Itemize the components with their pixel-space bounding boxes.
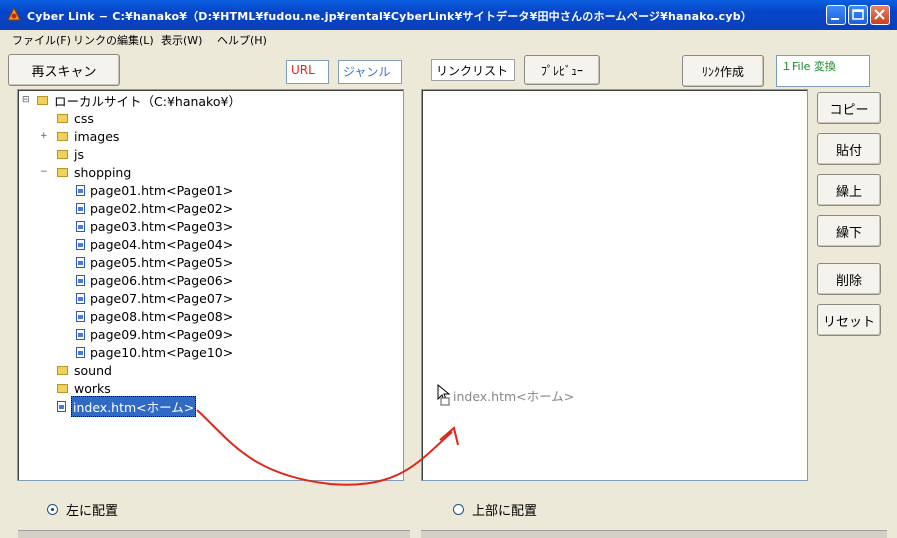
radio-unselected-icon[interactable]: [453, 504, 464, 515]
tree-folder-label: images: [74, 128, 120, 144]
maximize-icon: [852, 9, 864, 20]
rescan-button[interactable]: 再スキャン: [8, 54, 120, 86]
copy-button[interactable]: コピー: [817, 92, 881, 124]
title-bar: Cyber Link − C:¥hanako¥（D:¥HTML¥fudou.ne…: [0, 0, 897, 30]
tree-page-label: page10.htm<Page10>: [90, 344, 234, 360]
menu-bar: ファイル(F) リンクの編集(L) 表示(W) ヘルプ(H): [0, 30, 897, 48]
folder-icon: [57, 365, 68, 375]
tree-page[interactable]: page09.htm<Page09>: [76, 325, 233, 343]
tree-folder-label: works: [74, 380, 111, 396]
tree-folder-images[interactable]: images: [57, 127, 119, 145]
tree-folder-works[interactable]: works: [57, 379, 111, 397]
selected-file-label: index.htm<ホーム>: [71, 395, 197, 417]
tree-page-label: page03.htm<Page03>: [90, 218, 234, 234]
tree-page[interactable]: page04.htm<Page04>: [76, 235, 233, 253]
html-file-icon: [76, 184, 85, 196]
url-tab[interactable]: URL: [286, 60, 329, 84]
html-file-icon: [76, 274, 85, 286]
tree-folder-shopping[interactable]: shopping: [57, 163, 131, 181]
html-file-icon: [76, 292, 85, 304]
radio-left-label: 左に配置: [66, 504, 119, 519]
menu-file[interactable]: ファイル(F): [12, 32, 71, 48]
tree-folder-js[interactable]: js: [57, 145, 84, 163]
menu-view[interactable]: 表示(W): [161, 32, 202, 48]
collapse-root-icon[interactable]: ⊟: [22, 95, 30, 105]
radio-selected-icon[interactable]: [47, 504, 58, 515]
folder-icon: [57, 149, 68, 159]
tree-root-label: ローカルサイト（C:¥hanako¥）: [54, 93, 241, 109]
tree-folder-sound[interactable]: sound: [57, 361, 112, 379]
reset-button[interactable]: リセット: [817, 304, 881, 336]
linklist-panel[interactable]: [421, 89, 808, 481]
folder-open-icon: [37, 95, 48, 105]
tree-page[interactable]: page05.htm<Page05>: [76, 253, 233, 271]
tree-file-index[interactable]: index.htm<ホーム>: [57, 395, 197, 417]
html-file-icon: [76, 238, 85, 250]
tree-folder-label: css: [74, 110, 94, 126]
html-file-icon: [76, 346, 85, 358]
tree-page-label: page08.htm<Page08>: [90, 308, 234, 324]
drag-cursor-icon: [437, 384, 451, 406]
window-title: Cyber Link − C:¥hanako¥（D:¥HTML¥fudou.ne…: [27, 10, 753, 23]
html-file-icon: [76, 256, 85, 268]
tree-folder-label: shopping: [74, 164, 132, 180]
tree-page-label: page07.htm<Page07>: [90, 290, 234, 306]
html-file-icon: [76, 202, 85, 214]
minimize-icon: [831, 18, 839, 20]
tree-page[interactable]: page08.htm<Page08>: [76, 307, 233, 325]
tree-page-label: page04.htm<Page04>: [90, 236, 234, 252]
minimize-button[interactable]: [826, 5, 846, 25]
close-icon: [874, 9, 885, 20]
tree-page[interactable]: page10.htm<Page10>: [76, 343, 233, 361]
tree-page[interactable]: page02.htm<Page02>: [76, 199, 233, 217]
tree-folder-css[interactable]: css: [57, 109, 94, 127]
tree-folder-label: js: [74, 146, 84, 162]
folder-icon: [57, 131, 68, 141]
preview-button[interactable]: ﾌﾟﾚﾋﾞｭｰ: [524, 55, 600, 85]
folder-open-icon: [57, 167, 68, 177]
expand-images-icon[interactable]: +: [40, 131, 48, 141]
linklist-label: リンクリスト: [431, 59, 515, 81]
genre-tab[interactable]: ジャンル: [338, 60, 402, 84]
tree-page[interactable]: page07.htm<Page07>: [76, 289, 233, 307]
file-convert-button[interactable]: １File 変換: [776, 55, 870, 87]
tree-page[interactable]: page01.htm<Page01>: [76, 181, 233, 199]
tree-root[interactable]: ローカルサイト（C:¥hanako¥）: [37, 91, 241, 109]
html-file-icon: [76, 220, 85, 232]
html-file-icon: [57, 400, 66, 412]
tree-page-label: page06.htm<Page06>: [90, 272, 234, 288]
radio-top-layout[interactable]: 上部に配置: [453, 500, 537, 519]
tree-page-label: page05.htm<Page05>: [90, 254, 234, 270]
tree-folder-label: sound: [74, 362, 112, 378]
create-link-button[interactable]: ﾘﾝｸ作成: [682, 55, 764, 87]
move-up-button[interactable]: 繰上: [817, 174, 881, 206]
folder-icon: [57, 113, 68, 123]
menu-help[interactable]: ヘルプ(H): [217, 32, 267, 48]
folder-icon: [57, 383, 68, 393]
tree-page[interactable]: page03.htm<Page03>: [76, 217, 233, 235]
radio-top-label: 上部に配置: [472, 504, 538, 519]
tree-page[interactable]: page06.htm<Page06>: [76, 271, 233, 289]
html-file-icon: [76, 310, 85, 322]
tree-page-label: page01.htm<Page01>: [90, 182, 234, 198]
close-button[interactable]: [870, 5, 890, 25]
delete-button[interactable]: 削除: [817, 263, 881, 295]
drag-ghost-label: index.htm<ホーム>: [453, 389, 575, 404]
tree-page-label: page09.htm<Page09>: [90, 326, 234, 342]
menu-link-edit[interactable]: リンクの編集(L): [73, 32, 154, 48]
move-down-button[interactable]: 繰下: [817, 215, 881, 247]
paste-button[interactable]: 貼付: [817, 133, 881, 165]
collapse-shopping-icon[interactable]: −: [40, 167, 48, 177]
tree-page-label: page02.htm<Page02>: [90, 200, 234, 216]
html-file-icon: [76, 328, 85, 340]
radio-left-layout[interactable]: 左に配置: [47, 500, 118, 519]
app-icon: [7, 7, 21, 21]
maximize-button[interactable]: [848, 5, 868, 25]
